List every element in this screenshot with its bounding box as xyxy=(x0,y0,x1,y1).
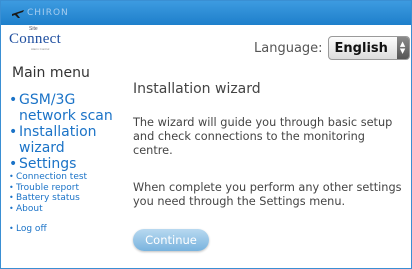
info-paragraph: When complete you perform any other sett… xyxy=(133,181,402,208)
language-select[interactable]: English ▲ ▼ xyxy=(327,36,410,60)
logo-main-text: Connect xyxy=(9,31,62,47)
continue-button[interactable]: Continue xyxy=(133,229,209,251)
language-selector: Language: English ▲ ▼ xyxy=(254,35,410,61)
bullet-icon: • xyxy=(9,172,14,181)
intro-paragraph: The wizard will guide you through basic … xyxy=(133,116,393,157)
airplane-icon xyxy=(12,10,24,18)
menu-item-installation-wizard[interactable]: • Installation wizard xyxy=(9,124,127,156)
language-label: Language: xyxy=(254,40,323,56)
bullet-icon: • xyxy=(9,156,18,172)
bullet-icon: • xyxy=(9,182,14,192)
logo-sub-text: Alarm Control xyxy=(31,47,50,51)
dropdown-arrow-icon: ▲ ▼ xyxy=(396,37,409,59)
main-menu: • GSM/3G network scan • Installation wiz… xyxy=(9,92,127,235)
bullet-icon: • xyxy=(9,124,18,140)
menu-item-log-off[interactable]: • Log off xyxy=(9,224,127,235)
app-frame: CHIRON Site Connect Alarm Control Langua… xyxy=(0,0,412,269)
menu-item-battery-status[interactable]: • Battery status xyxy=(9,193,127,204)
page-title: Installation wizard xyxy=(133,81,261,97)
menu-item-trouble-report[interactable]: • Trouble report xyxy=(9,183,127,194)
bullet-icon: • xyxy=(9,203,14,213)
menu-item-settings[interactable]: • Settings xyxy=(9,156,127,172)
bullet-icon: • xyxy=(9,92,18,108)
brand-text: CHIRON xyxy=(27,8,69,18)
brand-logo: CHIRON xyxy=(11,5,69,21)
menu-item-gsm-scan[interactable]: • GSM/3G network scan xyxy=(9,92,127,124)
main-menu-title: Main menu xyxy=(12,65,90,81)
menu-item-about[interactable]: • About xyxy=(9,204,127,215)
top-bar: CHIRON xyxy=(1,1,411,25)
bullet-icon: • xyxy=(9,193,14,202)
language-value: English xyxy=(334,40,388,56)
menu-item-connection-test[interactable]: • Connection test xyxy=(9,172,127,183)
bullet-icon: • xyxy=(9,224,14,233)
